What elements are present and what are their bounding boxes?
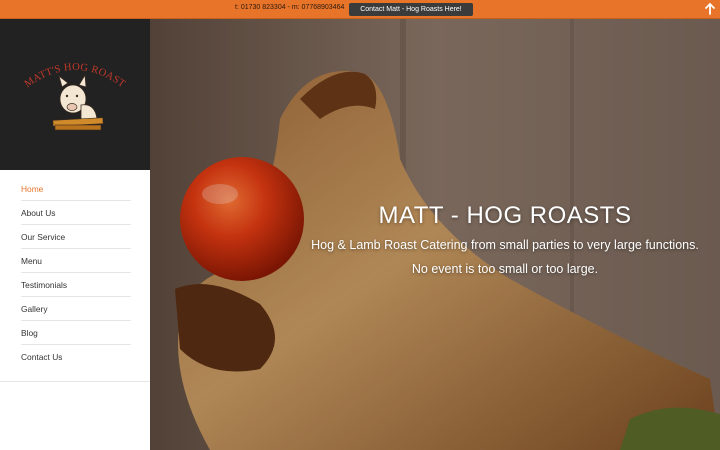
nav-item-about-us[interactable]: About Us [21,201,131,225]
sidebar: MATT'S HOG ROAST Home About Us Our Servi… [0,19,150,450]
main-nav: Home About Us Our Service Menu Testimoni… [0,177,150,369]
arrow-up-icon[interactable] [703,2,717,16]
nav-item-our-service[interactable]: Our Service [21,225,131,249]
hero-title: MATT - HOG ROASTS [378,202,632,229]
nav-item-menu[interactable]: Menu [21,249,131,273]
nav-item-gallery[interactable]: Gallery [21,297,131,321]
nav-item-home[interactable]: Home [21,177,131,201]
nav-item-testimonials[interactable]: Testimonials [21,273,131,297]
pig-icon [58,73,98,124]
board-icon [52,117,104,131]
phone-numbers: t: 01730 823304 - m: 07768903464 [235,4,345,11]
top-bar: t: 01730 823304 - m: 07768903464 Contact… [0,0,720,19]
nav-item-contact-us[interactable]: Contact Us [21,345,131,369]
nav-item-blog[interactable]: Blog [21,321,131,345]
logo-panel: MATT'S HOG ROAST [0,19,150,170]
nav-divider [0,381,150,382]
hero-subtitle-line1: Hog & Lamb Roast Catering from small par… [311,238,699,252]
contact-button[interactable]: Contact Matt - Hog Roasts Here! [349,3,473,16]
hero-subtitle-line2: No event is too small or too large. [411,262,599,276]
hero-banner: MATT - HOG ROASTS Hog & Lamb Roast Cater… [150,19,720,450]
roast-pig-image [150,19,720,450]
site-logo[interactable]: MATT'S HOG ROAST [15,47,135,137]
